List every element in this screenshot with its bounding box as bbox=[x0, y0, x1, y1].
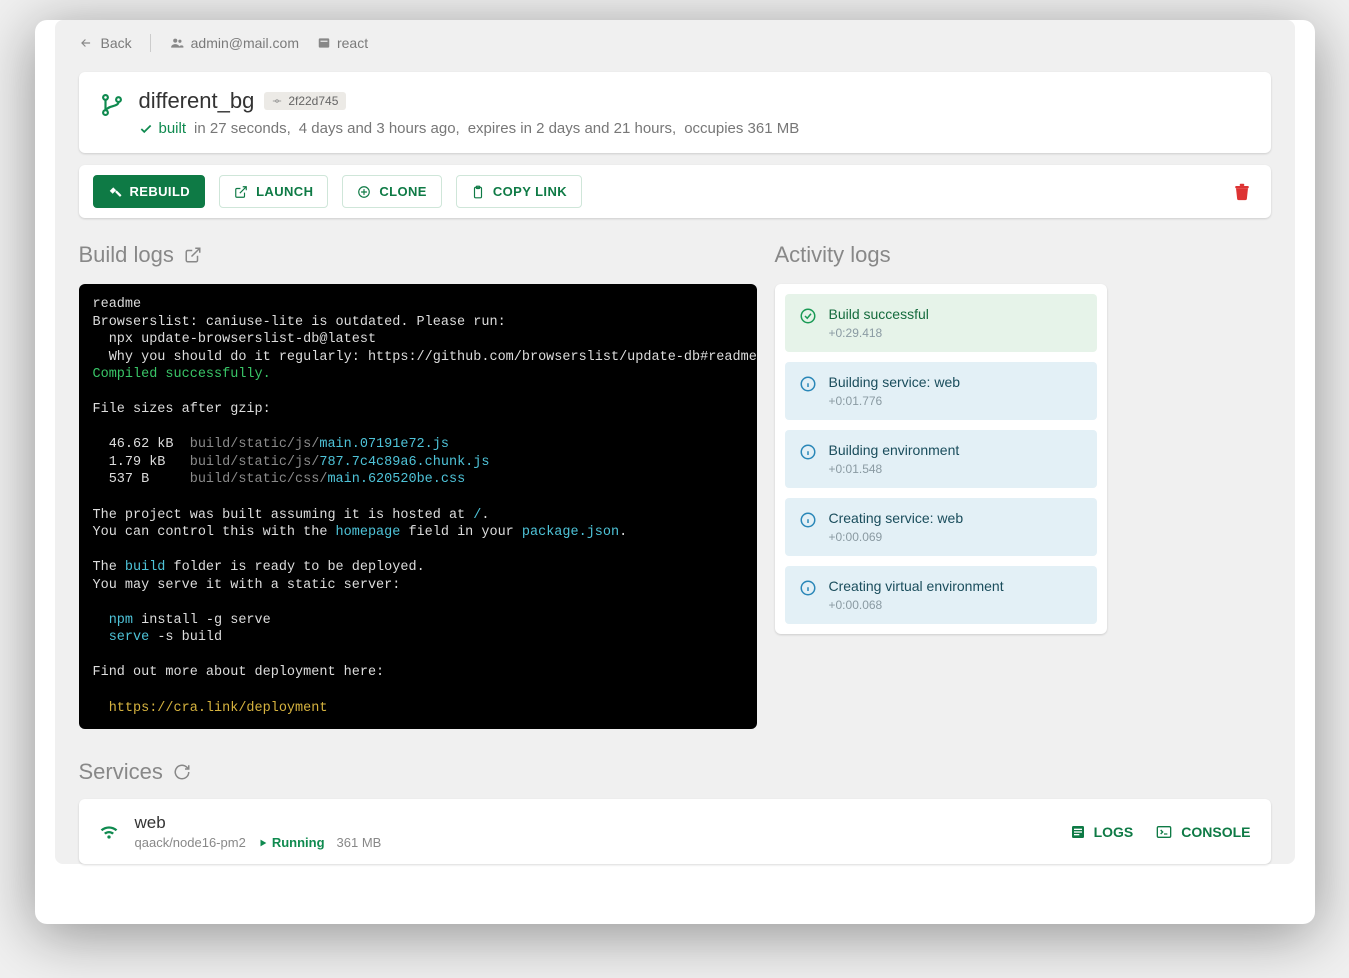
activity-time: +0:29.418 bbox=[829, 326, 929, 340]
activity-item[interactable]: Creating virtual environment +0:00.068 bbox=[785, 566, 1097, 624]
back-label: Back bbox=[101, 35, 132, 51]
build-log-terminal[interactable]: readme Browserslist: caniuse-lite is out… bbox=[79, 284, 757, 729]
info-circle-icon bbox=[799, 579, 817, 597]
build-expires: expires in 2 days and 21 hours, bbox=[468, 120, 676, 137]
delete-button[interactable] bbox=[1227, 177, 1257, 207]
service-size: 361 MB bbox=[337, 835, 382, 850]
wifi-icon bbox=[99, 822, 119, 842]
activity-logs-heading: Activity logs bbox=[775, 242, 1107, 268]
clipboard-icon bbox=[471, 185, 485, 199]
service-row: web qaack/node16-pm2 Running 361 MB LOGS bbox=[79, 799, 1271, 864]
info-circle-icon bbox=[799, 375, 817, 393]
container-icon bbox=[317, 36, 331, 50]
launch-button[interactable]: LAUNCH bbox=[219, 175, 328, 208]
build-size: occupies 361 MB bbox=[684, 120, 799, 137]
activity-title: Building service: web bbox=[829, 374, 961, 390]
activity-item[interactable]: Building service: web +0:01.776 bbox=[785, 362, 1097, 420]
activity-title: Creating service: web bbox=[829, 510, 964, 526]
plus-circle-icon bbox=[357, 185, 371, 199]
arrow-left-icon bbox=[79, 36, 93, 50]
branch-icon bbox=[99, 90, 125, 120]
project-header: different_bg 2f22d745 built in 27 second… bbox=[79, 72, 1271, 153]
project-type-crumb[interactable]: react bbox=[317, 35, 368, 51]
activity-item[interactable]: Building environment +0:01.548 bbox=[785, 430, 1097, 488]
refresh-icon[interactable] bbox=[173, 763, 191, 781]
check-circle-icon bbox=[799, 307, 817, 325]
top-nav: Back admin@mail.com react bbox=[55, 20, 1295, 62]
service-image: qaack/node16-pm2 bbox=[135, 835, 246, 850]
project-type-label: react bbox=[337, 35, 368, 51]
activity-time: +0:01.776 bbox=[829, 394, 961, 408]
service-console-button[interactable]: CONSOLE bbox=[1155, 824, 1250, 840]
build-status: built bbox=[139, 120, 187, 137]
commit-icon bbox=[272, 96, 282, 106]
info-circle-icon bbox=[799, 511, 817, 529]
service-state: Running bbox=[258, 835, 325, 850]
rebuild-button[interactable]: REBUILD bbox=[93, 175, 206, 208]
clone-button[interactable]: CLONE bbox=[342, 175, 442, 208]
activity-title: Building environment bbox=[829, 442, 960, 458]
activity-time: +0:00.068 bbox=[829, 598, 1004, 612]
activity-time: +0:00.069 bbox=[829, 530, 964, 544]
activity-item[interactable]: Creating service: web +0:00.069 bbox=[785, 498, 1097, 556]
commit-badge[interactable]: 2f22d745 bbox=[264, 92, 346, 110]
build-logs-heading: Build logs bbox=[79, 242, 757, 268]
info-circle-icon bbox=[799, 443, 817, 461]
hammer-icon bbox=[108, 185, 122, 199]
back-button[interactable]: Back bbox=[79, 35, 132, 51]
action-bar: REBUILD LAUNCH CLONE COPY LINK bbox=[79, 165, 1271, 218]
copy-link-button[interactable]: COPY LINK bbox=[456, 175, 582, 208]
user-crumb[interactable]: admin@mail.com bbox=[169, 35, 299, 51]
activity-item[interactable]: Build successful +0:29.418 bbox=[785, 294, 1097, 352]
list-icon bbox=[1070, 824, 1086, 840]
open-external-icon[interactable] bbox=[184, 246, 202, 264]
activity-time: +0:01.548 bbox=[829, 462, 960, 476]
project-name: different_bg bbox=[139, 88, 255, 114]
commit-hash: 2f22d745 bbox=[288, 94, 338, 108]
build-time: in 27 seconds, bbox=[194, 120, 291, 137]
divider bbox=[150, 34, 151, 52]
activity-list: Build successful +0:29.418 Building serv… bbox=[775, 284, 1107, 634]
service-name: web bbox=[135, 813, 382, 833]
external-icon bbox=[234, 185, 248, 199]
activity-title: Creating virtual environment bbox=[829, 578, 1004, 594]
services-heading: Services bbox=[79, 759, 1271, 785]
check-icon bbox=[139, 122, 153, 136]
service-logs-button[interactable]: LOGS bbox=[1070, 824, 1134, 840]
activity-title: Build successful bbox=[829, 306, 929, 322]
trash-icon bbox=[1233, 183, 1251, 201]
build-age: 4 days and 3 hours ago, bbox=[299, 120, 460, 137]
terminal-icon bbox=[1155, 824, 1173, 840]
play-icon bbox=[258, 838, 268, 848]
user-label: admin@mail.com bbox=[191, 35, 299, 51]
people-icon bbox=[169, 36, 185, 50]
